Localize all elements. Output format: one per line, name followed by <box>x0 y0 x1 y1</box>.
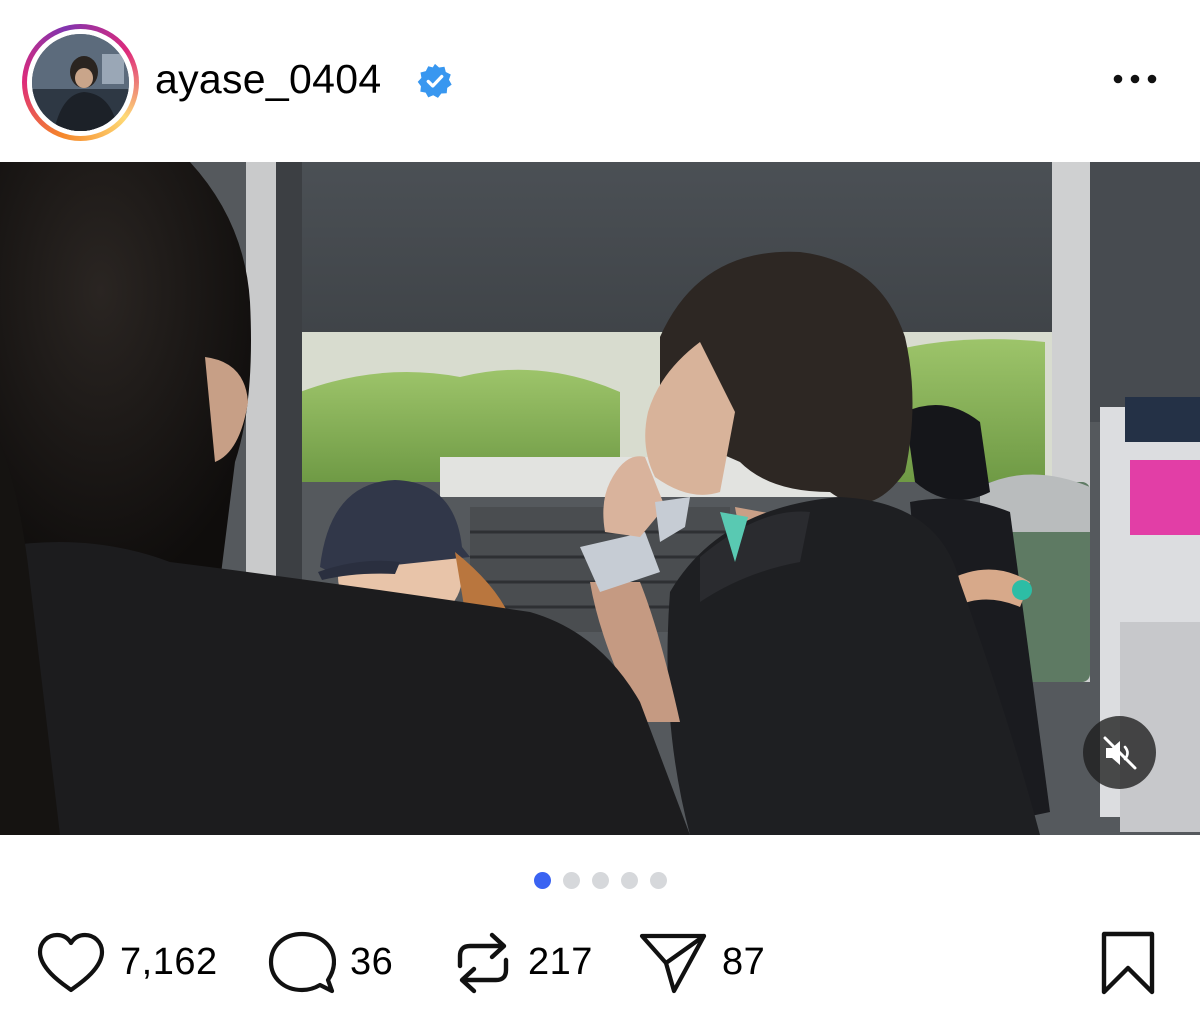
comment-bubble-icon <box>268 931 336 993</box>
post-media[interactable] <box>0 162 1200 835</box>
action-bar: 7,162 36 217 87 <box>0 925 1200 1000</box>
story-ring[interactable] <box>22 24 139 141</box>
heart-icon <box>37 932 105 992</box>
carousel-dot-1 <box>533 872 551 889</box>
mute-toggle-button[interactable] <box>1083 716 1156 789</box>
username[interactable]: ayase_0404 <box>155 56 381 103</box>
repost-icon <box>457 932 509 993</box>
carousel-dot-4 <box>620 872 638 889</box>
instagram-post: ayase_0404 7,162 36 217 87 <box>0 0 1200 1015</box>
carousel-indicator <box>0 872 1200 890</box>
verified-badge-icon <box>417 63 452 98</box>
comment-count[interactable]: 36 <box>350 941 393 984</box>
share-button[interactable]: 87 <box>638 925 765 1000</box>
post-photo <box>0 162 1200 835</box>
carousel-dot-3 <box>591 872 609 889</box>
carousel-dot-2 <box>562 872 580 889</box>
like-button[interactable]: 7,162 <box>36 925 218 1000</box>
carousel-dot-5 <box>649 872 667 889</box>
repost-button[interactable]: 217 <box>452 925 593 1000</box>
more-horizontal-icon[interactable] <box>1112 64 1158 94</box>
share-count[interactable]: 87 <box>722 941 765 984</box>
post-header: ayase_0404 <box>0 0 1200 162</box>
muted-speaker-icon <box>1103 736 1136 769</box>
comment-button[interactable]: 36 <box>268 925 393 1000</box>
repost-count[interactable]: 217 <box>528 941 593 984</box>
send-plane-icon <box>639 933 707 993</box>
like-count[interactable]: 7,162 <box>120 941 218 984</box>
avatar[interactable] <box>32 34 129 131</box>
save-button[interactable] <box>1098 925 1158 1000</box>
bookmark-icon <box>1101 931 1155 994</box>
